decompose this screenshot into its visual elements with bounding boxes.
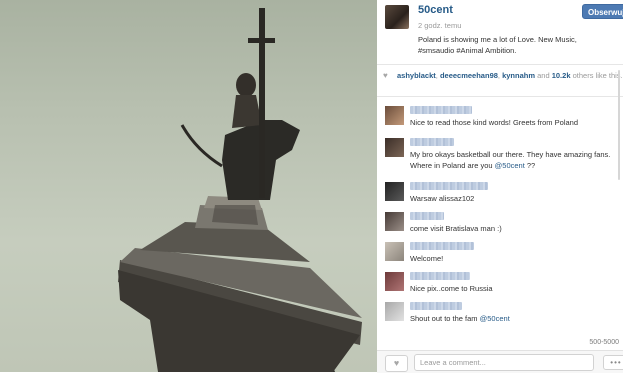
likes-suffix: others like this.: [572, 71, 623, 80]
commenter-avatar[interactable]: [385, 302, 404, 321]
comment-text: Shout out to the fam @50cent: [410, 313, 616, 324]
post-photo[interactable]: [0, 0, 377, 372]
author-avatar[interactable]: [385, 5, 409, 29]
column-statue-graphic: [118, 8, 362, 372]
like-button[interactable]: ♥: [385, 355, 408, 372]
comment-item: Welcome!: [377, 240, 623, 268]
likes-summary: ♥ ashyblackt, deeecmeehan98, kynnahm and …: [383, 71, 623, 80]
heart-icon: ♥: [383, 71, 388, 80]
comments-scrollbar[interactable]: [618, 70, 620, 180]
comment-text: Warsaw alissaz102: [410, 194, 475, 203]
comment-item: Shout out to the fam @50cent: [377, 300, 623, 328]
author-username[interactable]: 50cent: [418, 4, 453, 16]
comment-item: Warsaw alissaz102: [377, 180, 623, 208]
comment-text: come visit Bratislava man :): [410, 224, 502, 233]
comment-text: Welcome!: [410, 254, 444, 263]
comment-input[interactable]: [414, 354, 594, 371]
follow-button[interactable]: Obserwuj: [582, 4, 623, 19]
commenter-username[interactable]: [410, 272, 470, 280]
comment-text: My bro okays basketball our there. They …: [410, 149, 616, 171]
size-readout: 500-5000: [589, 339, 619, 346]
commenter-avatar[interactable]: [385, 138, 404, 157]
comment-item: My bro okays basketball our there. They …: [377, 136, 623, 176]
liker-username[interactable]: ashyblackt: [397, 71, 436, 80]
commenter-username[interactable]: [410, 182, 488, 190]
commenter-avatar[interactable]: [385, 272, 404, 291]
liker-username[interactable]: deeecmeehan98: [440, 71, 498, 80]
commenter-username[interactable]: [410, 138, 454, 146]
likes-count[interactable]: 10.2k: [552, 71, 571, 80]
heart-icon: ♥: [393, 358, 400, 368]
comment-mention[interactable]: @50cent: [480, 314, 510, 323]
header-divider: [377, 64, 623, 65]
commenter-avatar[interactable]: [385, 242, 404, 261]
comment-list: Nice to read those kind words! Greets fr…: [377, 100, 623, 350]
commenter-username[interactable]: [410, 302, 462, 310]
comment-mention[interactable]: @50cent: [495, 161, 525, 170]
likes-divider: [377, 96, 623, 97]
post-caption: Poland is showing me a lot of Love. New …: [418, 35, 577, 55]
likes-and-text: and: [537, 71, 550, 80]
commenter-username[interactable]: [410, 242, 474, 250]
comment-item: Nice pix..come to Russia: [377, 270, 623, 298]
more-options-button[interactable]: •••: [603, 355, 623, 370]
comment-footer: ♥ •••: [377, 350, 623, 373]
comment-body: Shout out to the fam: [410, 314, 478, 323]
commenter-username[interactable]: [410, 212, 444, 220]
commenter-avatar[interactable]: [385, 212, 404, 231]
post-side-panel: 50cent Obserwuj 2 godz. temu Poland is s…: [377, 0, 623, 373]
commenter-username[interactable]: [410, 106, 472, 114]
post-header: 50cent Obserwuj 2 godz. temu Poland is s…: [377, 0, 623, 64]
comment-text: Nice pix..come to Russia: [410, 284, 493, 293]
commenter-avatar[interactable]: [385, 106, 404, 125]
comment-text: Nice to read those kind words! Greets fr…: [410, 118, 578, 127]
post-timestamp[interactable]: 2 godz. temu: [418, 21, 461, 30]
liker-username[interactable]: kynnahm: [502, 71, 535, 80]
commenter-avatar[interactable]: [385, 182, 404, 201]
comment-tail: ??: [526, 161, 536, 170]
comment-item: come visit Bratislava man :): [377, 210, 623, 238]
comment-item: Nice to read those kind words! Greets fr…: [377, 104, 623, 132]
